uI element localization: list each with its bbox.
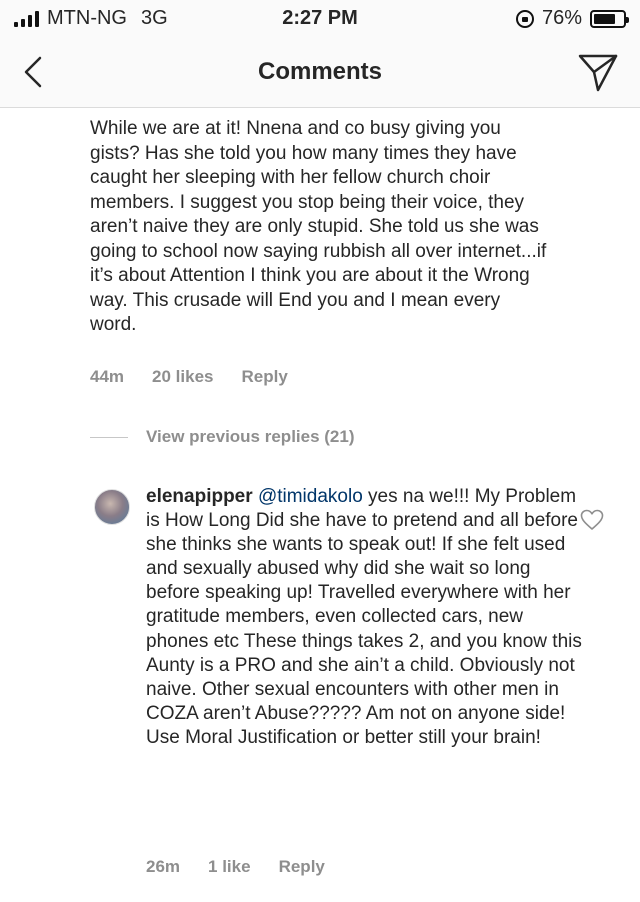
reply-meta: 26m 1 like Reply xyxy=(146,857,353,877)
heart-outline-icon[interactable] xyxy=(580,509,604,531)
battery-percentage: 76% xyxy=(541,7,582,29)
reply-mention[interactable]: @timidakolo xyxy=(258,486,363,507)
comment-likes-link[interactable]: 20 likes xyxy=(152,367,213,387)
comment-body: While we are at it! Nnena and co busy gi… xyxy=(90,118,547,335)
comments-list[interactable]: While we are at it! Nnena and co busy gi… xyxy=(0,109,640,902)
reply-likes-link[interactable]: 1 like xyxy=(208,857,251,877)
reply-username[interactable]: elenapipper xyxy=(146,486,253,507)
orientation-lock-icon xyxy=(515,9,534,28)
comment-reply-button[interactable]: Reply xyxy=(241,367,287,387)
status-bar: MTN-NG 3G 2:27 PM 76% xyxy=(0,0,640,38)
reply-timestamp: 26m xyxy=(146,857,181,876)
divider-line xyxy=(90,436,128,438)
paper-plane-icon[interactable] xyxy=(576,50,620,94)
comment-timestamp: 44m xyxy=(90,367,125,386)
navigation-header: Comments xyxy=(0,38,640,108)
battery-icon xyxy=(590,9,629,28)
comment-meta: 44m 20 likes Reply xyxy=(90,367,316,387)
view-previous-replies-label: View previous replies (21) xyxy=(146,427,355,446)
battery-fill xyxy=(594,13,616,24)
avatar[interactable] xyxy=(94,489,130,525)
page-title: Comments xyxy=(257,58,383,85)
reply-body: elenapipper @timidakolo yes na we!!! My … xyxy=(146,485,586,750)
view-previous-replies-button[interactable]: View previous replies (21) xyxy=(90,427,355,447)
status-bar-right: 76% xyxy=(515,7,629,30)
reply-text: yes na we!!! My Problem is How Long Did … xyxy=(146,486,582,748)
reply-reply-button[interactable]: Reply xyxy=(279,857,325,877)
